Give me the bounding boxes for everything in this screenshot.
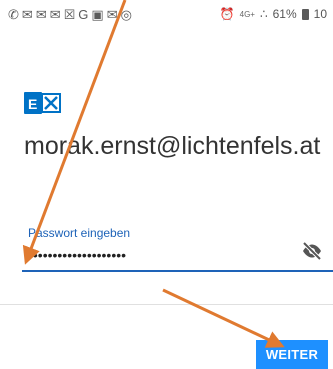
password-input[interactable] bbox=[28, 244, 288, 266]
mail-icon: ✉ bbox=[35, 6, 47, 22]
password-label: Passwort eingeben bbox=[28, 226, 131, 240]
battery-icon bbox=[301, 8, 309, 20]
instagram-icon: ◎ bbox=[120, 6, 132, 22]
exchange-logo-icon: E bbox=[24, 90, 64, 118]
photo-icon: ▣ bbox=[91, 6, 104, 22]
alarm-icon: ⏰ bbox=[219, 7, 235, 21]
system-status: ⏰ 4G+ ∴ 61% 10 bbox=[220, 7, 327, 21]
mail-icon: ✉ bbox=[106, 6, 118, 22]
annotation-arrows bbox=[22, 0, 285, 348]
x-app-icon: ☒ bbox=[63, 6, 76, 22]
battery-percent: 61% bbox=[272, 7, 297, 21]
status-bar: ✆ ✉ ✉ ✉ ☒ G ▣ ✉ ◎ ⏰ 4G+ ∴ 61% 10 bbox=[0, 0, 333, 28]
account-email: morak.ernst@lichtenfels.at bbox=[24, 132, 321, 160]
divider bbox=[0, 304, 333, 305]
network-type: 4G+ bbox=[239, 9, 255, 19]
mail-icon: ✉ bbox=[49, 6, 61, 22]
whatsapp-icon: ✆ bbox=[8, 6, 19, 22]
clock: 10 bbox=[313, 7, 327, 21]
visibility-off-icon[interactable] bbox=[301, 240, 323, 262]
next-button[interactable]: WEITER bbox=[256, 340, 328, 369]
mail-icon: ✉ bbox=[21, 6, 33, 22]
svg-text:E: E bbox=[28, 96, 37, 112]
notification-icons: ✆ ✉ ✉ ✉ ☒ G ▣ ✉ ◎ bbox=[8, 8, 132, 21]
signal-icon: ∴ bbox=[259, 7, 268, 21]
annotation-arrow-next bbox=[162, 288, 285, 348]
google-icon: G bbox=[78, 6, 89, 22]
password-field[interactable]: Passwort eingeben bbox=[22, 222, 333, 272]
